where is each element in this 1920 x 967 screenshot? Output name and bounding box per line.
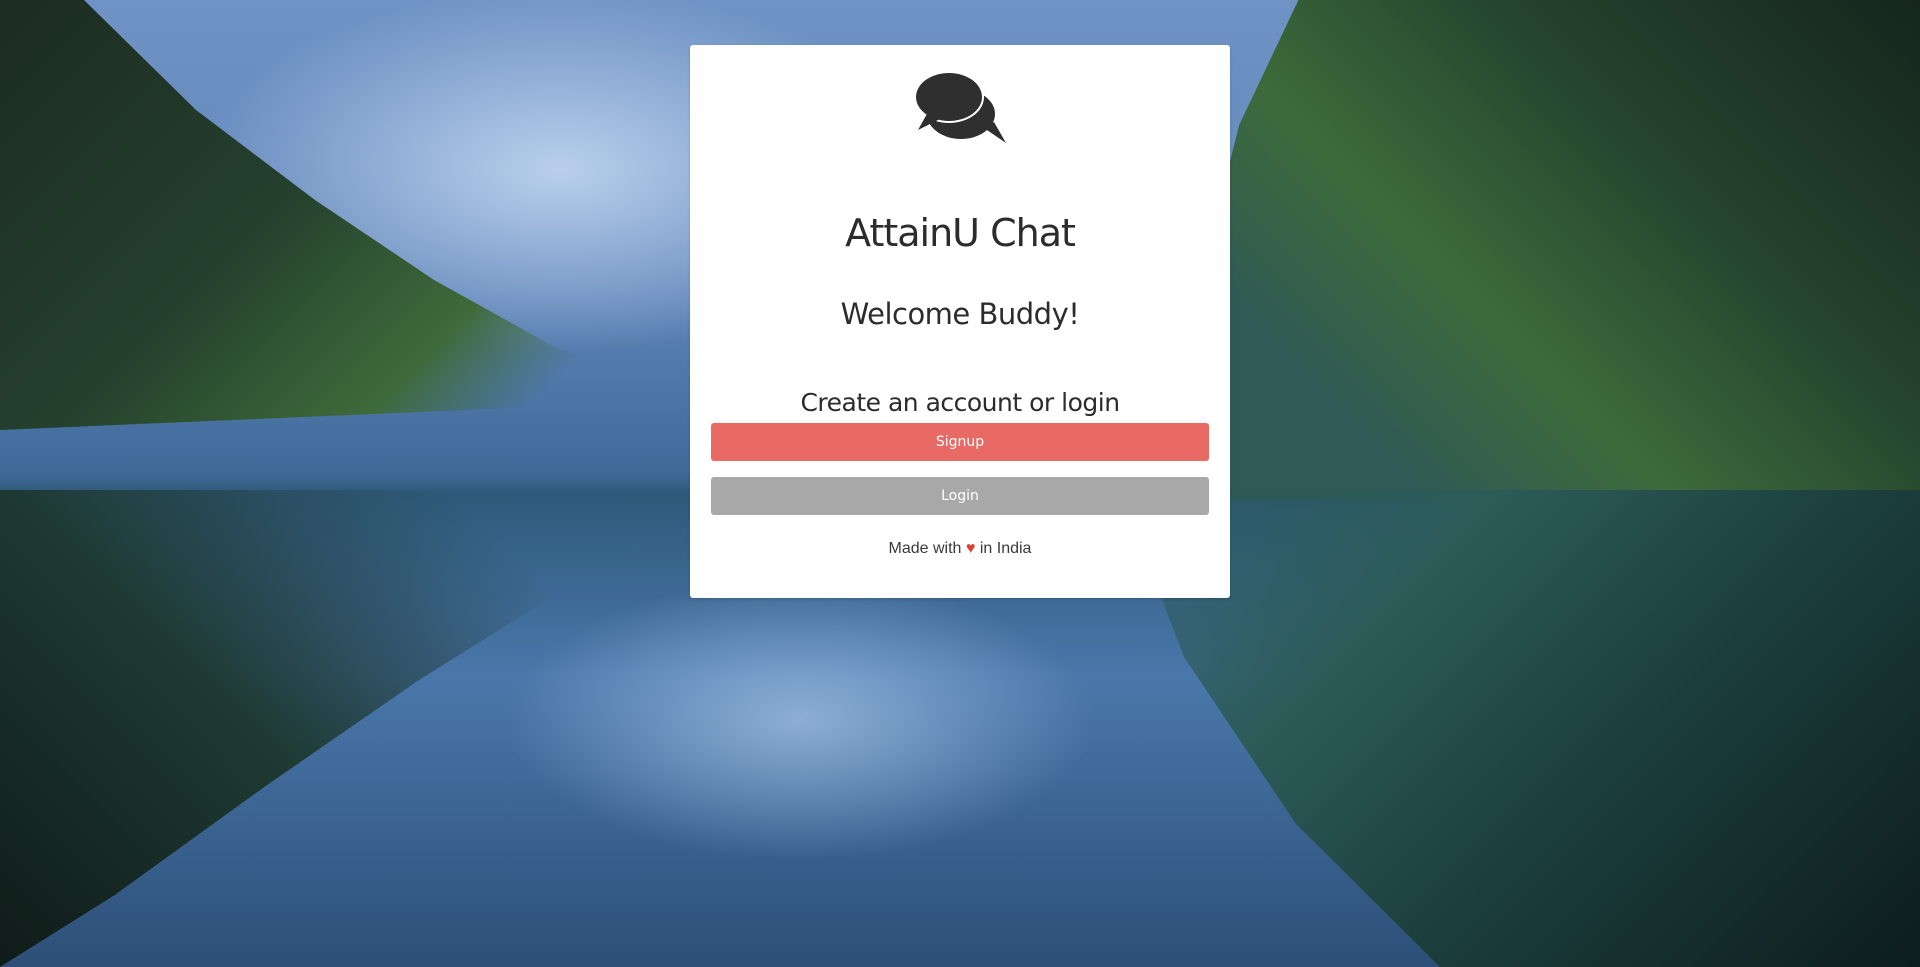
background-reflection-left	[0, 490, 760, 967]
footer-note: Made with ♥ in India	[690, 539, 1230, 559]
footer-suffix: in India	[979, 540, 1032, 557]
heart-icon: ♥	[965, 540, 976, 557]
app-title: AttainU Chat	[845, 211, 1076, 255]
login-button[interactable]: Login	[711, 477, 1209, 515]
signup-button[interactable]: Signup	[711, 423, 1209, 461]
background-forest-left	[0, 0, 700, 430]
chat-bubbles-icon	[914, 71, 1006, 143]
background-forest-right	[1180, 0, 1920, 500]
login-card: AttainU Chat Welcome Buddy! Create an ac…	[690, 45, 1230, 598]
background-reflection-right	[1120, 490, 1920, 967]
welcome-subheading: Create an account or login	[800, 388, 1120, 417]
footer-prefix: Made with	[888, 540, 962, 557]
welcome-heading: Welcome Buddy!	[840, 297, 1080, 331]
